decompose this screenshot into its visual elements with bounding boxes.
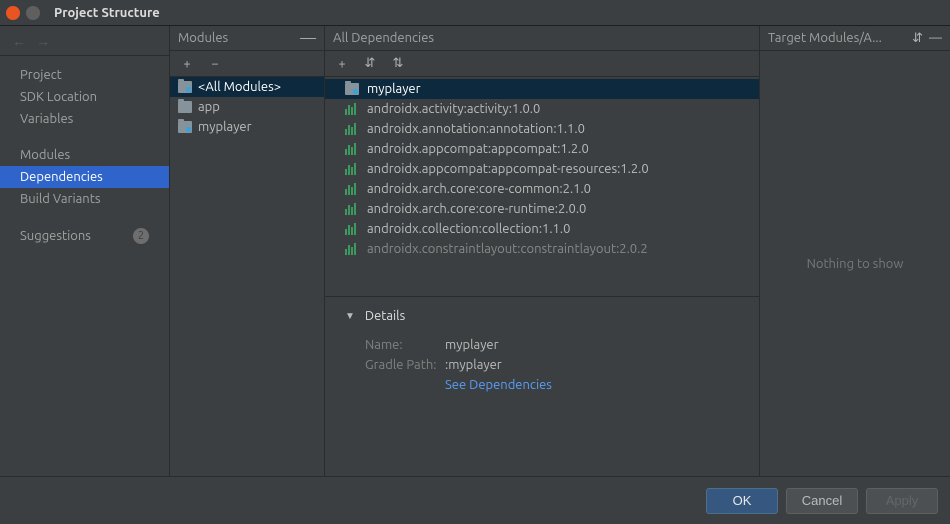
deps-list[interactable]: myplayer androidx.activity:activity:1.0.… (325, 77, 759, 296)
library-icon (345, 243, 359, 255)
see-dependencies-link[interactable]: See Dependencies (445, 378, 552, 392)
settings-icon[interactable]: ⇵ (912, 31, 923, 46)
window-title: Project Structure (54, 6, 160, 20)
details-panel: ▼ Details Name: myplayer Gradle Path: :m… (325, 296, 759, 476)
nav-item-project[interactable]: Project (0, 64, 169, 86)
add-module-icon[interactable]: + (178, 57, 196, 71)
dep-item-myplayer[interactable]: myplayer (325, 79, 759, 99)
library-icon (345, 223, 359, 235)
deps-toolbar: + ⇵ ⇅ (325, 51, 759, 77)
detail-path-label: Gradle Path: (365, 358, 445, 372)
cancel-button[interactable]: Cancel (786, 488, 858, 514)
module-icon (345, 83, 359, 95)
suggestions-badge: 2 (133, 228, 149, 244)
dep-item[interactable]: androidx.appcompat:appcompat:1.2.0 (325, 139, 759, 159)
dep-item[interactable]: androidx.activity:activity:1.0.0 (325, 99, 759, 119)
all-modules-icon (178, 81, 192, 93)
dep-item[interactable]: androidx.arch.core:core-runtime:2.0.0 (325, 199, 759, 219)
library-icon (345, 143, 359, 155)
collapse-all-icon[interactable]: ⇅ (389, 56, 407, 71)
library-icon (345, 163, 359, 175)
window-minimize-icon[interactable] (26, 6, 40, 20)
module-list[interactable]: <All Modules> app myplayer (170, 77, 324, 476)
details-header[interactable]: ▼ Details (345, 309, 739, 323)
dialog-footer: OK Cancel Apply (0, 476, 950, 524)
add-dependency-icon[interactable]: + (333, 57, 351, 71)
modules-header: Modules — (170, 26, 324, 51)
window-close-icon[interactable] (6, 6, 20, 20)
dep-item[interactable]: androidx.arch.core:core-common:2.1.0 (325, 179, 759, 199)
ok-button[interactable]: OK (706, 488, 778, 514)
collapse-icon[interactable]: — (300, 29, 316, 47)
nav-item-modules[interactable]: Modules (0, 144, 169, 166)
empty-state: Nothing to show (760, 51, 950, 476)
disclosure-triangle-icon[interactable]: ▼ (345, 310, 355, 322)
nav-item-variables[interactable]: Variables (0, 108, 169, 130)
module-item-app[interactable]: app (170, 97, 324, 117)
module-icon (178, 121, 192, 133)
back-icon[interactable]: ← (12, 33, 26, 49)
library-icon (345, 123, 359, 135)
nav-history: ← → (0, 26, 169, 56)
modules-panel: Modules — + − <All Modules> app myplayer (170, 26, 325, 476)
module-icon (178, 101, 192, 113)
detail-path-value: :myplayer (445, 358, 502, 372)
forward-icon[interactable]: → (36, 33, 50, 49)
library-icon (345, 183, 359, 195)
deps-header: All Dependencies (325, 26, 759, 51)
library-icon (345, 103, 359, 115)
dep-item[interactable]: androidx.constraintlayout:constraintlayo… (325, 239, 759, 259)
remove-module-icon[interactable]: − (206, 57, 224, 71)
target-header: Target Modules/A... ⇵ — (760, 26, 950, 51)
dep-item[interactable]: androidx.collection:collection:1.1.0 (325, 219, 759, 239)
hide-icon[interactable]: — (929, 31, 942, 46)
library-icon (345, 203, 359, 215)
module-item-myplayer[interactable]: myplayer (170, 117, 324, 137)
dependencies-panel: All Dependencies + ⇵ ⇅ myplayer androidx… (325, 26, 760, 476)
apply-button: Apply (866, 488, 938, 514)
content-area: ← → Project SDK Location Variables Modul… (0, 26, 950, 476)
nav-item-dependencies[interactable]: Dependencies (0, 166, 169, 188)
title-bar: Project Structure (0, 0, 950, 26)
nav-item-build-variants[interactable]: Build Variants (0, 188, 169, 210)
nav-sidebar: ← → Project SDK Location Variables Modul… (0, 26, 170, 476)
expand-icon[interactable]: ⇵ (361, 56, 379, 71)
detail-name-label: Name: (365, 338, 445, 352)
nav-item-sdk-location[interactable]: SDK Location (0, 86, 169, 108)
dep-item[interactable]: androidx.annotation:annotation:1.1.0 (325, 119, 759, 139)
module-item-all[interactable]: <All Modules> (170, 77, 324, 97)
nav-item-suggestions[interactable]: Suggestions 2 (0, 224, 169, 248)
target-panel: Target Modules/A... ⇵ — Nothing to show (760, 26, 950, 476)
modules-toolbar: + − (170, 51, 324, 77)
dep-item[interactable]: androidx.appcompat:appcompat-resources:1… (325, 159, 759, 179)
detail-name-value: myplayer (445, 338, 499, 352)
